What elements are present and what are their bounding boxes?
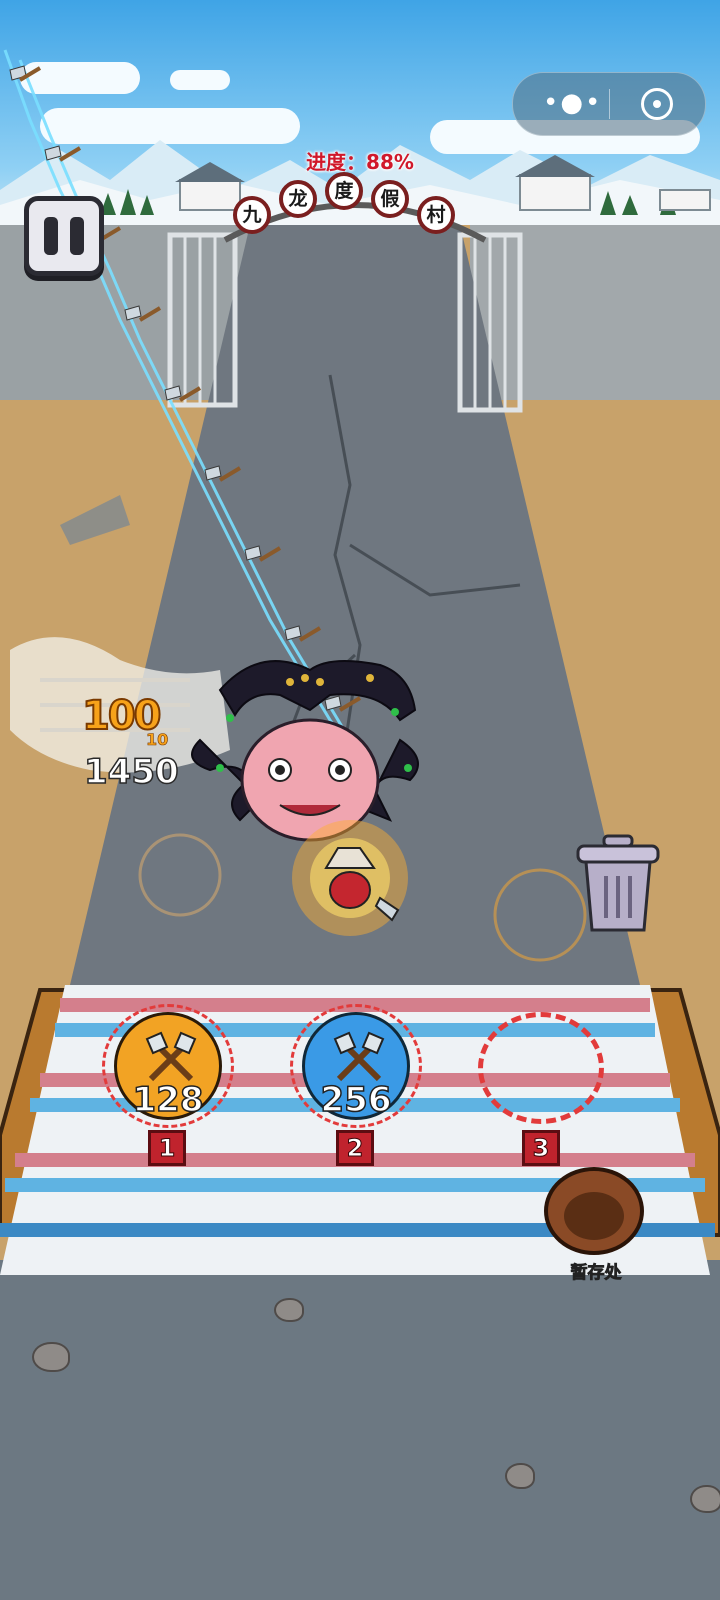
slot-1-value: 128: [132, 1079, 204, 1121]
player-hero: [292, 820, 408, 936]
target-dot: [653, 100, 661, 108]
capsule-divider: [609, 89, 610, 119]
slot-3-empty-ring: [478, 1012, 604, 1124]
gate-char-2: 龙: [279, 180, 317, 218]
lower-road: [0, 1260, 720, 1600]
more-menu-button[interactable]: •●•: [543, 90, 613, 116]
trash-can-button[interactable]: [574, 834, 662, 934]
slot-1-tag: 1: [148, 1130, 186, 1166]
target-icon[interactable]: [641, 88, 673, 120]
gate-sign: 九 龙 度 假 村: [215, 172, 495, 250]
pause-button[interactable]: [24, 196, 104, 276]
total-score: 1450: [83, 751, 179, 793]
slot-2-tag: 2: [336, 1130, 374, 1166]
gate-char-1: 九: [233, 196, 271, 234]
gate-char-3: 度: [325, 172, 363, 210]
pause-icon: [70, 217, 84, 255]
slot-2-value: 256: [320, 1079, 392, 1121]
storage-label: 暂存处: [570, 1263, 622, 1284]
storage-pot-button[interactable]: [544, 1166, 644, 1256]
rock: [274, 1298, 304, 1322]
slot-3-tag: 3: [522, 1130, 560, 1166]
gate-char-5: 村: [417, 196, 455, 234]
progress-label: 进度：88%: [306, 150, 414, 174]
rock: [32, 1342, 70, 1372]
gate-char-4: 假: [371, 180, 409, 218]
hit-score-sub: 10: [146, 730, 169, 750]
rock: [690, 1485, 720, 1513]
mini-program-capsule: •●•: [512, 72, 706, 136]
rock: [505, 1463, 535, 1489]
pause-icon: [44, 217, 58, 255]
